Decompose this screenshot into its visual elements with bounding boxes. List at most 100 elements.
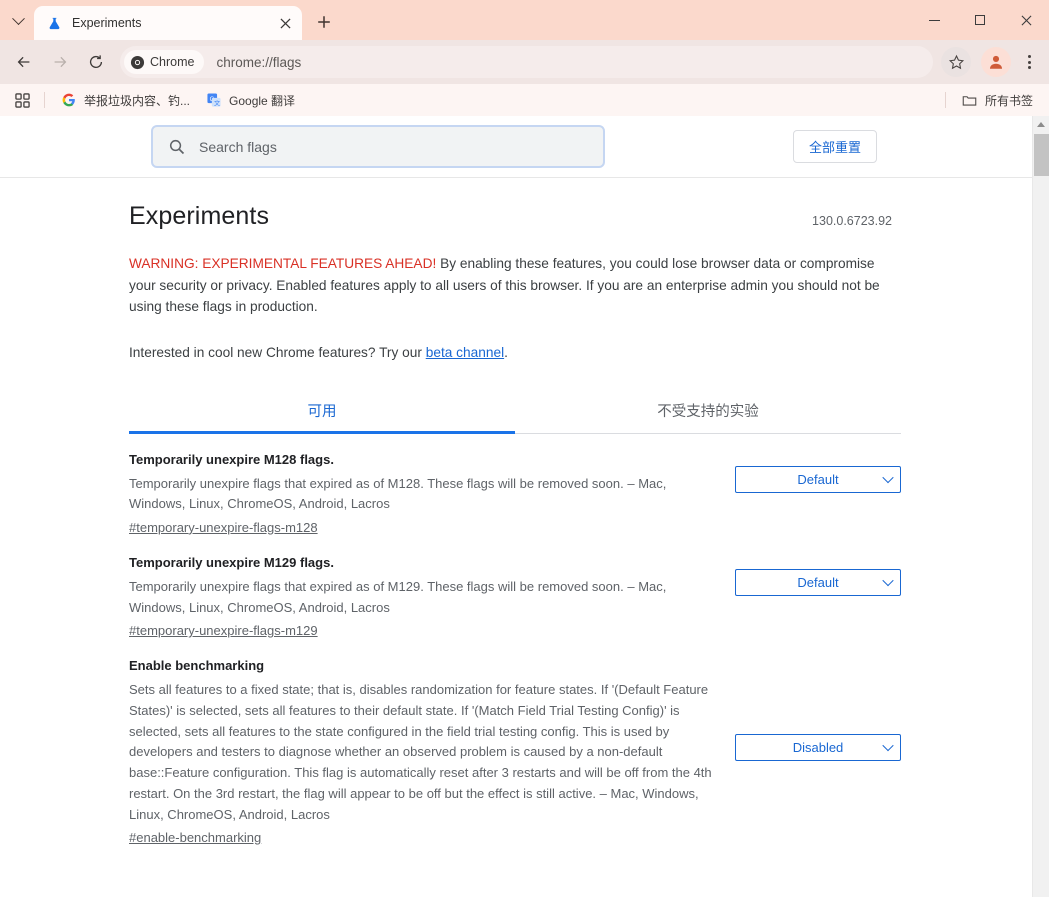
star-icon bbox=[948, 54, 964, 69]
beta-channel-link[interactable]: beta channel bbox=[426, 345, 504, 360]
beta-paragraph: Interested in cool new Chrome features? … bbox=[129, 342, 892, 363]
close-icon bbox=[1021, 15, 1031, 25]
flag-anchor-link[interactable]: #temporary-unexpire-flags-m128 bbox=[129, 520, 318, 535]
flag-entry: Enable benchmarking Sets all features to… bbox=[129, 640, 901, 847]
tab-title: Experiments bbox=[72, 16, 142, 30]
experiments-tabs: 可用 不受支持的实验 bbox=[129, 390, 901, 434]
flag-anchor-link[interactable]: #temporary-unexpire-flags-m129 bbox=[129, 623, 318, 638]
warning-paragraph: WARNING: EXPERIMENTAL FEATURES AHEAD! By… bbox=[129, 253, 892, 318]
all-bookmarks-label: 所有书签 bbox=[984, 93, 1033, 108]
flag-list: Temporarily unexpire M128 flags. Tempora… bbox=[129, 434, 901, 848]
flags-page: 全部重置 Experiments 130.0.6723.92 WARNING: … bbox=[0, 116, 1032, 897]
tab-unsupported[interactable]: 不受支持的实验 bbox=[515, 390, 901, 433]
bookmark-item-google-translate[interactable]: G 文 Google 翻译 bbox=[198, 88, 303, 112]
warning-strong: WARNING: EXPERIMENTAL FEATURES AHEAD! bbox=[129, 256, 437, 271]
person-icon bbox=[989, 55, 1003, 69]
beta-suffix: . bbox=[504, 344, 508, 360]
reset-all-button[interactable]: 全部重置 bbox=[792, 130, 877, 163]
scrollbar-thumb[interactable] bbox=[1034, 134, 1049, 176]
page-scrollbar[interactable] bbox=[1032, 116, 1049, 897]
bookmark-button[interactable] bbox=[941, 47, 971, 77]
bookmark-label: Google 翻译 bbox=[229, 93, 296, 108]
omnibox-url-text: chrome://flags bbox=[216, 54, 302, 70]
flag-entry: Temporarily unexpire M129 flags. Tempora… bbox=[129, 537, 901, 640]
chrome-logo-icon bbox=[130, 55, 145, 69]
all-bookmarks-area: 所有书签 bbox=[937, 88, 1041, 112]
flask-icon bbox=[46, 15, 62, 31]
page-viewport: 全部重置 Experiments 130.0.6723.92 WARNING: … bbox=[0, 116, 1049, 897]
chevron-down-icon bbox=[11, 11, 25, 25]
flag-entry: Temporarily unexpire M128 flags. Tempora… bbox=[129, 434, 901, 537]
arrow-left-icon bbox=[17, 56, 30, 68]
search-input[interactable] bbox=[199, 138, 589, 155]
all-bookmarks-button[interactable]: 所有书签 bbox=[954, 88, 1041, 112]
page-title: Experiments bbox=[129, 202, 270, 230]
scroll-up-button[interactable] bbox=[1033, 116, 1049, 133]
flag-control: Default bbox=[735, 465, 901, 493]
minimize-icon bbox=[928, 19, 940, 21]
apps-grid-icon[interactable] bbox=[8, 88, 36, 112]
window-controls bbox=[911, 0, 1049, 40]
flag-state-select[interactable]: Default bbox=[735, 568, 901, 596]
new-tab-button[interactable] bbox=[310, 8, 338, 36]
flag-state-select[interactable]: Disabled bbox=[735, 734, 901, 762]
flags-body: Experiments 130.0.6723.92 WARNING: EXPER… bbox=[0, 178, 1032, 847]
tab-search-button[interactable] bbox=[4, 7, 32, 35]
flag-title: Enable benchmarking bbox=[129, 658, 265, 674]
arrow-right-icon bbox=[54, 56, 67, 68]
close-icon[interactable] bbox=[276, 14, 294, 32]
tab-strip: Experiments bbox=[0, 0, 1049, 40]
select-shell: Default bbox=[735, 568, 901, 596]
flag-description: Temporarily unexpire flags that expired … bbox=[129, 578, 667, 615]
version-label: 130.0.6723.92 bbox=[812, 214, 892, 228]
maximize-button[interactable] bbox=[957, 0, 1003, 40]
google-translate-icon: G 文 bbox=[206, 92, 222, 108]
bookmarks-bar: 举报垃圾内容、钓... G 文 Google 翻译 bbox=[0, 84, 1049, 116]
browser-window: Experiments Chrome chrome://flags 举报垃圾内容… bbox=[0, 0, 1049, 897]
omnibox-chrome-chip: Chrome bbox=[124, 50, 205, 74]
flags-search-header: 全部重置 bbox=[0, 116, 1032, 178]
bookmarks-divider-right bbox=[944, 92, 946, 108]
omnibox[interactable]: Chrome chrome://flags bbox=[120, 46, 933, 78]
flag-text-block: Temporarily unexpire M129 flags. Tempora… bbox=[129, 554, 719, 640]
flag-text-block: Enable benchmarking Sets all features to… bbox=[129, 657, 719, 847]
flag-title: Temporarily unexpire M128 flags. bbox=[129, 451, 334, 467]
tab-available[interactable]: 可用 bbox=[129, 390, 515, 434]
svg-text:文: 文 bbox=[214, 99, 220, 107]
omnibox-chip-label: Chrome bbox=[150, 55, 195, 69]
flag-description: Sets all features to a fixed state; that… bbox=[129, 682, 712, 822]
browser-toolbar: Chrome chrome://flags bbox=[0, 40, 1049, 84]
flag-control: Disabled bbox=[735, 734, 901, 762]
search-icon bbox=[167, 137, 187, 157]
flag-title: Temporarily unexpire M129 flags. bbox=[129, 554, 334, 570]
browser-menu-button[interactable] bbox=[1015, 47, 1043, 77]
bookmarks-divider bbox=[44, 92, 45, 108]
flag-control: Default bbox=[735, 568, 901, 596]
select-shell: Default bbox=[735, 465, 901, 493]
folder-icon bbox=[962, 92, 978, 108]
maximize-icon bbox=[975, 15, 985, 25]
profile-avatar[interactable] bbox=[981, 47, 1011, 77]
beta-prefix: Interested in cool new Chrome features? … bbox=[129, 344, 426, 360]
toolbar-actions bbox=[941, 47, 1043, 77]
triangle-up-icon bbox=[1037, 122, 1045, 127]
close-window-button[interactable] bbox=[1003, 0, 1049, 40]
bookmark-item-report-spam[interactable]: 举报垃圾内容、钓... bbox=[53, 88, 198, 112]
select-shell: Disabled bbox=[735, 734, 901, 762]
search-flags-container[interactable] bbox=[151, 125, 605, 168]
title-row: Experiments 130.0.6723.92 bbox=[129, 202, 892, 231]
reload-button[interactable] bbox=[81, 47, 111, 77]
plus-icon bbox=[318, 16, 330, 28]
three-dots-icon bbox=[1027, 55, 1031, 58]
forward-button[interactable] bbox=[45, 47, 75, 77]
bookmark-label: 举报垃圾内容、钓... bbox=[84, 93, 191, 108]
minimize-button[interactable] bbox=[911, 0, 957, 40]
reload-icon bbox=[89, 55, 103, 68]
browser-tab-experiments[interactable]: Experiments bbox=[34, 6, 302, 40]
back-button[interactable] bbox=[9, 47, 39, 77]
flag-description: Temporarily unexpire flags that expired … bbox=[129, 475, 667, 512]
google-g-icon bbox=[61, 92, 77, 108]
flag-anchor-link[interactable]: #enable-benchmarking bbox=[129, 830, 261, 845]
flag-state-select[interactable]: Default bbox=[735, 465, 901, 493]
flag-text-block: Temporarily unexpire M128 flags. Tempora… bbox=[129, 451, 719, 537]
